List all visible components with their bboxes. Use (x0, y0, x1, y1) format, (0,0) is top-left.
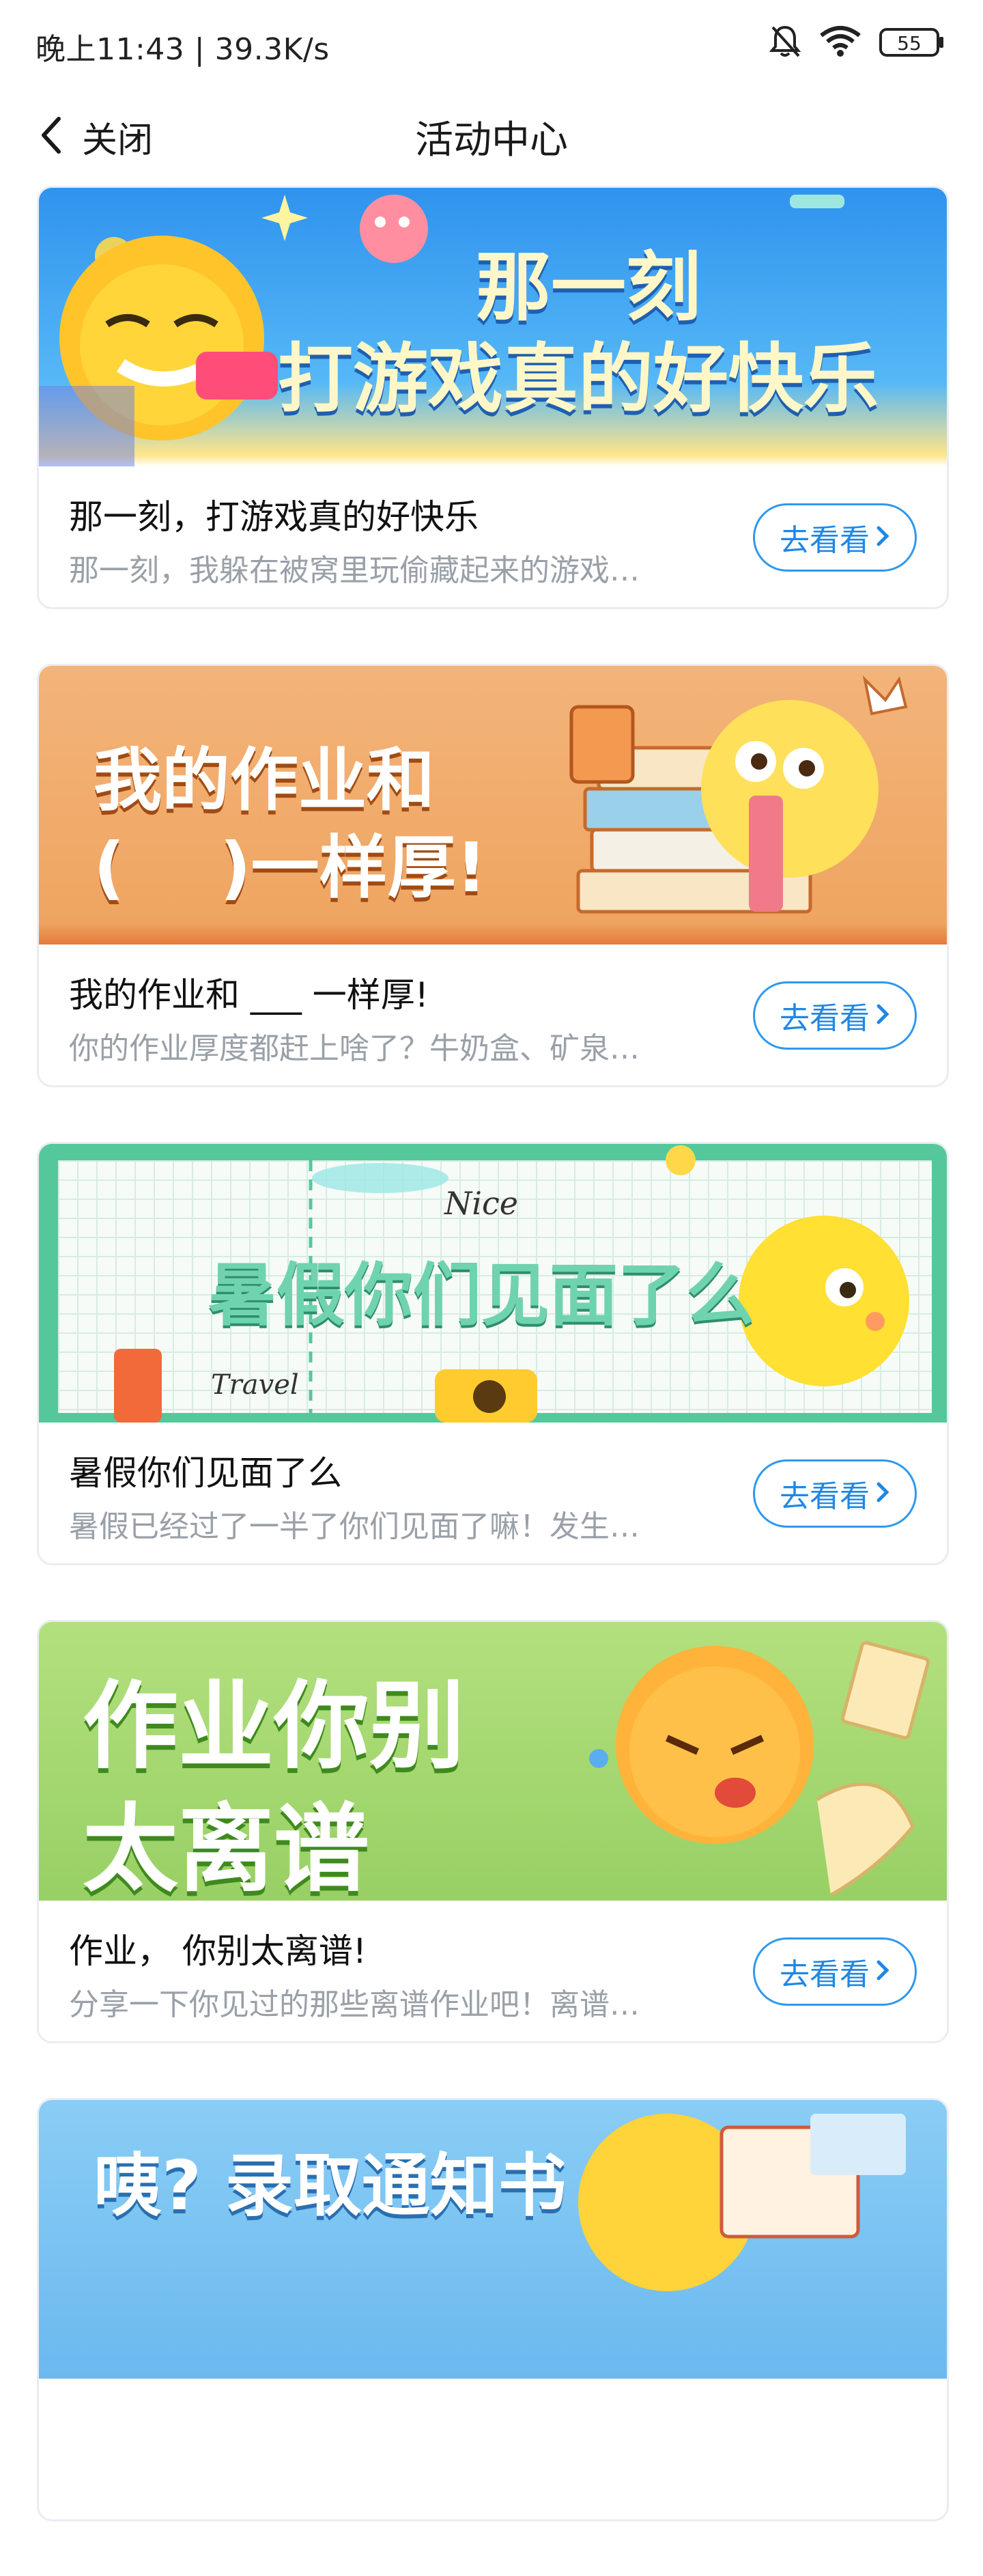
card-title: 作业， 你别太离谱! (69, 1931, 367, 1971)
go-view-button[interactable]: 去看看 (753, 503, 917, 572)
card-description: 暑假已经过了一半了你们见面了嘛！发生… (69, 1509, 640, 1544)
status-time-speed: 晚上11:43 | 39.3K/s (35, 32, 330, 67)
activity-card[interactable]: 暑假你们见面了么 Nice Travel 暑假你们见面了么 暑假已经过了一半了你… (37, 1142, 949, 1565)
go-view-label: 去看看 (780, 1479, 870, 1514)
go-view-button[interactable]: 去看看 (753, 1937, 917, 2006)
card-title: 我的作业和 ___ 一样厚! (69, 975, 429, 1015)
go-view-label: 去看看 (780, 1957, 870, 1992)
card-body: 我的作业和 ___ 一样厚! 你的作业厚度都赶上啥了？牛奶盒、矿泉… 去看看 (39, 944, 947, 1085)
activity-card[interactable]: 作业你别 太离谱 作业， 你别太离谱! 分享一下你见过的那些离谱作业吧！离谱… … (37, 1620, 949, 2043)
banner-heading-line2: 打游戏真的好快乐 (277, 335, 880, 424)
card-body: 那一刻，打游戏真的好快乐 那一刻，我躲在被窝里玩偷藏起来的游戏… 去看看 (39, 466, 947, 607)
card-description: 那一刻，我躲在被窝里玩偷藏起来的游戏… (69, 553, 640, 588)
activity-card[interactable]: 我的作业和 ( )一样厚! 我的作业和 ___ 一样厚! 你的作业厚度都赶上啥了… (37, 664, 949, 1087)
banner-heading-line2: ( )一样厚! (92, 827, 487, 909)
card-title: 那一刻，打游戏真的好快乐 (69, 497, 479, 537)
chevron-right-icon (875, 1003, 890, 1028)
banner-heading-line1: 作业你别 (81, 1670, 466, 1784)
chevron-right-icon (875, 524, 890, 550)
battery-icon: 55 (879, 27, 945, 58)
card-title: 暑假你们见面了么 (69, 1453, 342, 1493)
card-body: 暑假你们见面了么 暑假已经过了一半了你们见面了嘛！发生… 去看看 (39, 1423, 947, 1563)
activity-banner[interactable]: 作业你别 太离谱 (39, 1622, 947, 1901)
go-view-button[interactable]: 去看看 (753, 1459, 917, 1528)
chevron-right-icon (875, 1959, 890, 1985)
nav-bar: 关闭 活动中心 (0, 96, 983, 178)
activity-list: 那一刻 打游戏真的好快乐 那一刻，打游戏真的好快乐 那一刻，我躲在被窝里玩偷藏起… (37, 186, 949, 2576)
status-bar: 晚上11:43 | 39.3K/s 55 (0, 0, 983, 89)
activity-banner[interactable]: 我的作业和 ( )一样厚! (39, 666, 947, 944)
activity-banner[interactable]: 暑假你们见面了么 Nice Travel (39, 1144, 947, 1423)
go-view-label: 去看看 (780, 1001, 870, 1036)
mute-bell-icon (769, 23, 801, 61)
page-title: 活动中心 (415, 118, 568, 163)
activity-card[interactable]: 那一刻 打游戏真的好快乐 那一刻，打游戏真的好快乐 那一刻，我躲在被窝里玩偷藏起… (37, 186, 949, 609)
go-view-label: 去看看 (780, 523, 870, 558)
card-description: 你的作业厚度都赶上啥了？牛奶盒、矿泉… (69, 1031, 640, 1066)
go-view-button[interactable]: 去看看 (753, 981, 917, 1050)
card-body: 作业， 你别太离谱! 分享一下你见过的那些离谱作业吧！离谱… 去看看 (39, 1901, 947, 2041)
card-description: 分享一下你见过的那些离谱作业吧！离谱… (69, 1987, 640, 2022)
banner-tag-nice: Nice (444, 1185, 518, 1222)
status-icons: 55 (769, 23, 945, 61)
banner-heading: 咦? 录取通知书 (93, 2145, 568, 2227)
banner-heading-line1: 我的作业和 (93, 740, 436, 822)
activity-banner[interactable]: 那一刻 打游戏真的好快乐 (39, 188, 947, 466)
activity-card[interactable]: 咦? 录取通知书 (37, 2098, 949, 2521)
wifi-icon (819, 25, 861, 60)
banner-tag-travel: Travel (211, 1369, 299, 1401)
activity-banner[interactable]: 咦? 录取通知书 (39, 2100, 947, 2379)
banner-heading: 暑假你们见面了么 (208, 1255, 756, 1336)
banner-heading-line2: 太离谱 (81, 1793, 370, 1901)
battery-level: 55 (897, 32, 922, 55)
chevron-right-icon (875, 1481, 890, 1507)
